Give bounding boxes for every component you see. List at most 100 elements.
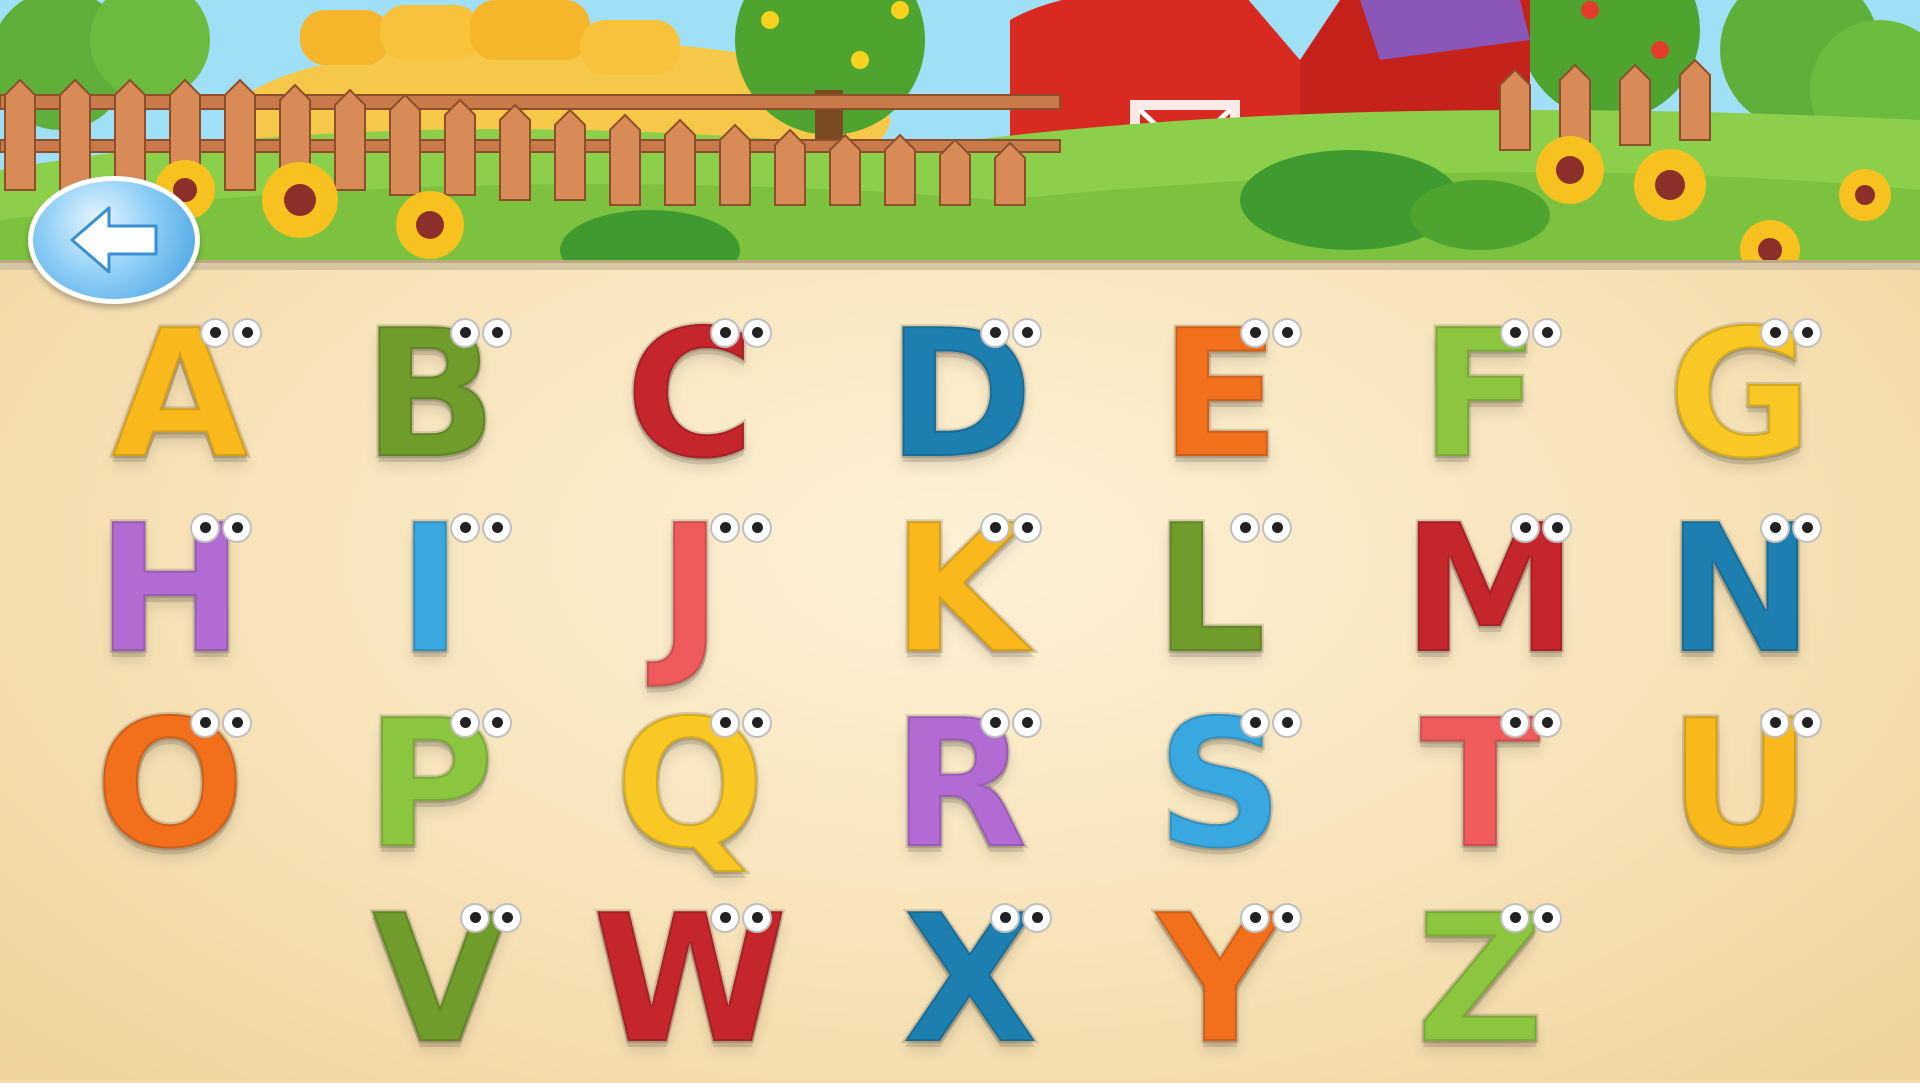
eye-icon	[1500, 903, 1530, 933]
eye-icon	[1532, 903, 1562, 933]
eye-icon	[450, 318, 480, 348]
eye-icon	[1012, 513, 1042, 543]
letter-q[interactable]: Q	[590, 694, 790, 876]
eye-icon	[742, 708, 772, 738]
letter-eyes	[1240, 903, 1302, 933]
eye-icon	[450, 708, 480, 738]
letter-m[interactable]: M	[1390, 499, 1590, 681]
letter-t[interactable]: T	[1380, 694, 1580, 876]
letter-j[interactable]: J	[590, 499, 790, 681]
eye-icon	[1240, 708, 1270, 738]
letter-w[interactable]: W	[590, 889, 790, 1071]
eye-icon	[1262, 513, 1292, 543]
letter-eyes	[1500, 708, 1562, 738]
letter-s[interactable]: S	[1120, 694, 1320, 876]
letter-eyes	[1510, 513, 1572, 543]
letter-eyes	[710, 708, 772, 738]
letter-eyes	[200, 318, 262, 348]
letter-d[interactable]: D	[860, 304, 1060, 486]
eye-icon	[482, 708, 512, 738]
letter-n[interactable]: N	[1640, 499, 1840, 681]
eye-icon	[482, 513, 512, 543]
eye-icon	[742, 513, 772, 543]
letter-b[interactable]: B	[330, 304, 530, 486]
letter-eyes	[460, 903, 522, 933]
letter-eyes	[190, 513, 252, 543]
eye-icon	[1500, 318, 1530, 348]
letter-eyes	[980, 318, 1042, 348]
letter-r[interactable]: R	[860, 694, 1060, 876]
letter-i[interactable]: I	[330, 499, 530, 681]
letter-eyes	[1500, 318, 1562, 348]
letter-z[interactable]: Z	[1380, 889, 1580, 1071]
eye-icon	[1510, 513, 1540, 543]
eye-icon	[1532, 318, 1562, 348]
eye-icon	[1542, 513, 1572, 543]
eye-icon	[742, 903, 772, 933]
back-arrow-icon	[70, 206, 158, 274]
eye-icon	[710, 903, 740, 933]
eye-icon	[980, 318, 1010, 348]
letter-eyes	[710, 318, 772, 348]
letter-eyes	[1760, 318, 1822, 348]
eye-icon	[990, 903, 1020, 933]
eye-icon	[1272, 903, 1302, 933]
letter-eyes	[450, 513, 512, 543]
eye-icon	[222, 708, 252, 738]
eye-icon	[190, 513, 220, 543]
letter-v[interactable]: V	[340, 889, 540, 1071]
eye-icon	[1792, 513, 1822, 543]
eye-icon	[232, 318, 262, 348]
letter-c[interactable]: C	[590, 304, 790, 486]
letter-f[interactable]: F	[1380, 304, 1580, 486]
letter-eyes	[980, 708, 1042, 738]
eye-icon	[450, 513, 480, 543]
letter-o[interactable]: O	[70, 694, 270, 876]
eye-icon	[1012, 708, 1042, 738]
letter-a[interactable]: A	[80, 304, 280, 486]
eye-icon	[482, 318, 512, 348]
eye-icon	[980, 708, 1010, 738]
letter-h[interactable]: H	[70, 499, 270, 681]
eye-icon	[222, 513, 252, 543]
farm-background	[0, 0, 1920, 300]
eye-icon	[1792, 318, 1822, 348]
eye-icon	[742, 318, 772, 348]
letter-x[interactable]: X	[870, 889, 1070, 1071]
eye-icon	[1760, 708, 1790, 738]
eye-icon	[1272, 708, 1302, 738]
eye-icon	[1760, 318, 1790, 348]
eye-icon	[1240, 903, 1270, 933]
eye-icon	[980, 513, 1010, 543]
letter-eyes	[1230, 513, 1292, 543]
eye-icon	[1240, 318, 1270, 348]
letter-eyes	[1500, 903, 1562, 933]
eye-icon	[460, 903, 490, 933]
letter-eyes	[710, 903, 772, 933]
eye-icon	[190, 708, 220, 738]
eye-icon	[1230, 513, 1260, 543]
eye-icon	[710, 318, 740, 348]
eye-icon	[1792, 708, 1822, 738]
letter-l[interactable]: L	[1110, 499, 1310, 681]
letter-eyes	[190, 708, 252, 738]
letter-p[interactable]: P	[330, 694, 530, 876]
eye-icon	[1532, 708, 1562, 738]
letter-g[interactable]: G	[1640, 304, 1840, 486]
letter-eyes	[710, 513, 772, 543]
eye-icon	[1012, 318, 1042, 348]
back-button[interactable]	[28, 176, 200, 304]
letter-eyes	[990, 903, 1052, 933]
letter-u[interactable]: U	[1640, 694, 1840, 876]
letter-eyes	[1240, 708, 1302, 738]
eye-icon	[710, 513, 740, 543]
letter-y[interactable]: Y	[1120, 889, 1320, 1071]
eye-icon	[710, 708, 740, 738]
letter-eyes	[450, 318, 512, 348]
eye-icon	[1500, 708, 1530, 738]
eye-icon	[492, 903, 522, 933]
letter-eyes	[1760, 708, 1822, 738]
letter-k[interactable]: K	[860, 499, 1060, 681]
letter-e[interactable]: E	[1120, 304, 1320, 486]
letter-eyes	[980, 513, 1042, 543]
